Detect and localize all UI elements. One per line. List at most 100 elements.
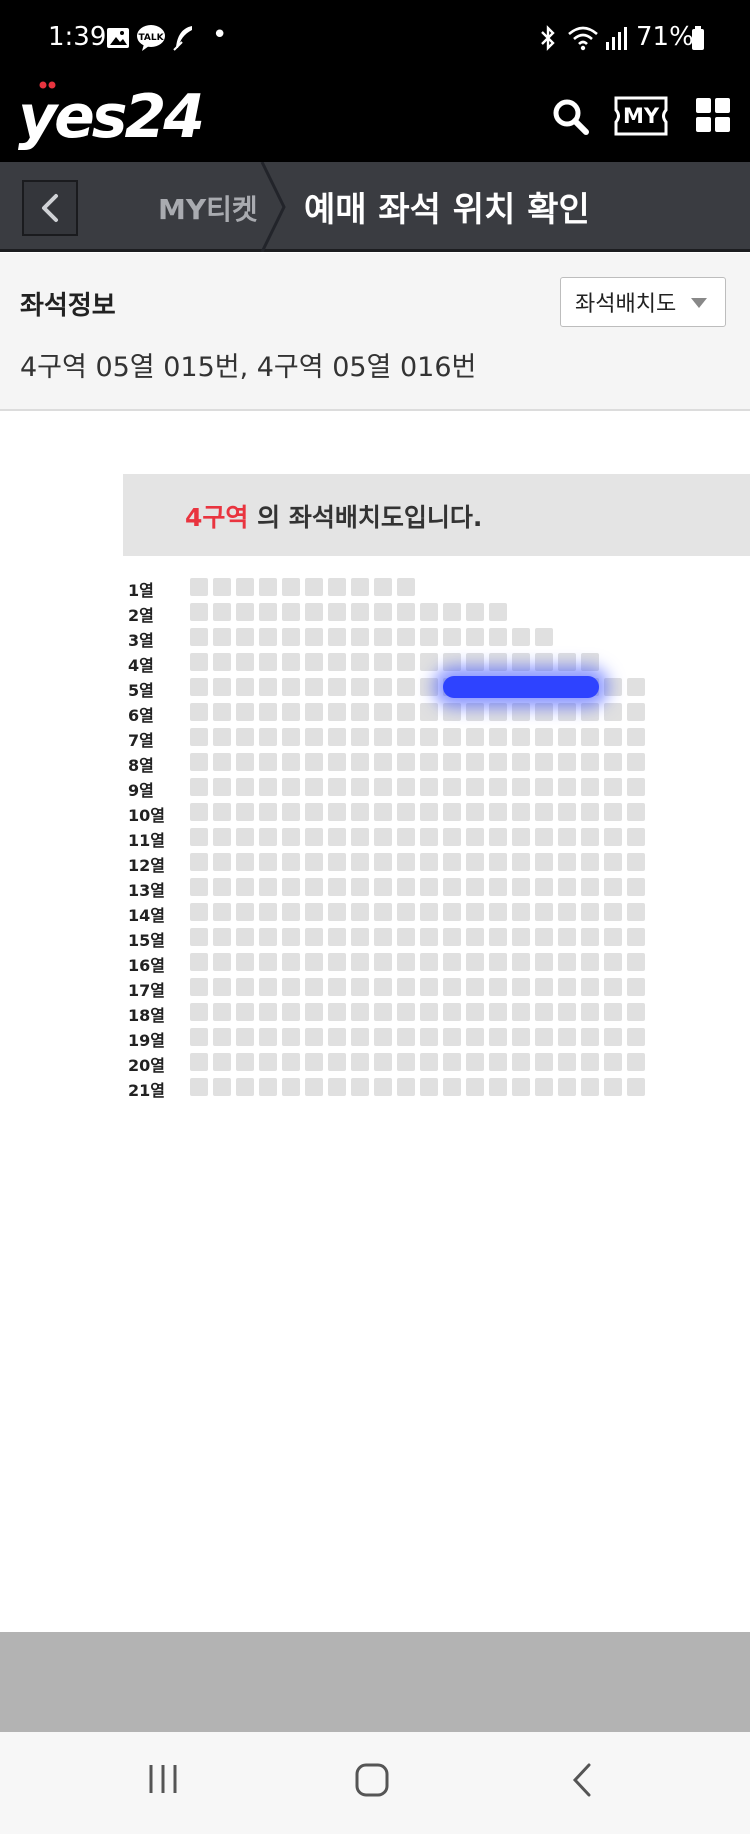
seat[interactable] [374,678,392,696]
seat[interactable] [535,703,553,721]
seat[interactable] [489,803,507,821]
seat[interactable] [328,1053,346,1071]
breadcrumb-my-ticket[interactable]: MY티켓 [158,188,258,228]
seat[interactable] [374,978,392,996]
seat[interactable] [374,603,392,621]
seat[interactable] [374,1078,392,1096]
seat[interactable] [305,828,323,846]
seat[interactable] [305,978,323,996]
seat[interactable] [466,728,484,746]
seat[interactable] [397,603,415,621]
seat[interactable] [443,778,461,796]
seat[interactable] [213,753,231,771]
seat[interactable] [374,953,392,971]
seat[interactable] [581,803,599,821]
seat[interactable] [305,653,323,671]
seat[interactable] [328,753,346,771]
seat[interactable] [466,878,484,896]
seat[interactable] [259,853,277,871]
seat[interactable] [213,678,231,696]
seat[interactable] [604,903,622,921]
seat[interactable] [213,853,231,871]
seat[interactable] [259,628,277,646]
seat[interactable] [282,853,300,871]
seat[interactable] [466,628,484,646]
seat[interactable] [374,878,392,896]
seat[interactable] [351,678,369,696]
seat[interactable] [512,703,530,721]
seat[interactable] [190,1028,208,1046]
seat[interactable] [374,703,392,721]
seat[interactable] [627,903,645,921]
seat[interactable] [190,953,208,971]
seat[interactable] [259,1003,277,1021]
seat[interactable] [351,1078,369,1096]
seat[interactable] [604,978,622,996]
seat[interactable] [420,853,438,871]
seat[interactable] [328,578,346,596]
grid-menu-icon[interactable] [694,96,732,134]
seat[interactable] [558,753,576,771]
seat[interactable] [443,978,461,996]
search-icon[interactable] [550,96,592,138]
seat[interactable] [489,753,507,771]
seat[interactable] [328,628,346,646]
seat[interactable] [443,753,461,771]
seat[interactable] [558,653,576,671]
seat[interactable] [466,653,484,671]
seat[interactable] [282,753,300,771]
seat[interactable] [466,853,484,871]
seat[interactable] [259,903,277,921]
seat[interactable] [259,703,277,721]
seat[interactable] [351,1028,369,1046]
seat[interactable] [512,853,530,871]
seat[interactable] [236,728,254,746]
seat[interactable] [581,903,599,921]
seat[interactable] [236,653,254,671]
seat[interactable] [489,778,507,796]
seat[interactable] [420,678,438,696]
nav-back-icon[interactable] [570,1762,594,1798]
seat[interactable] [420,628,438,646]
seat[interactable] [535,903,553,921]
seat[interactable] [351,928,369,946]
seat[interactable] [535,878,553,896]
seat[interactable] [282,1053,300,1071]
seat[interactable] [259,678,277,696]
seat[interactable] [420,653,438,671]
seat[interactable] [558,778,576,796]
seat[interactable] [581,928,599,946]
seat[interactable] [627,753,645,771]
seat[interactable] [305,953,323,971]
seat[interactable] [604,703,622,721]
seat[interactable] [627,703,645,721]
seat[interactable] [397,703,415,721]
seat[interactable] [213,953,231,971]
seat[interactable] [328,803,346,821]
seat[interactable] [328,1028,346,1046]
seat[interactable] [466,753,484,771]
seat[interactable] [420,603,438,621]
seat[interactable] [558,853,576,871]
seat[interactable] [351,828,369,846]
seat[interactable] [213,878,231,896]
seat[interactable] [627,803,645,821]
seat[interactable] [351,628,369,646]
seat[interactable] [466,828,484,846]
seat[interactable] [236,978,254,996]
seat[interactable] [604,853,622,871]
seat[interactable] [374,653,392,671]
seat[interactable] [535,753,553,771]
seat[interactable] [489,653,507,671]
seat[interactable] [236,803,254,821]
seat[interactable] [236,1028,254,1046]
seat[interactable] [420,728,438,746]
seat[interactable] [420,703,438,721]
yes24-logo[interactable]: yes24 [18,82,205,152]
seat[interactable] [305,853,323,871]
seat[interactable] [443,953,461,971]
seat[interactable] [190,803,208,821]
seat[interactable] [627,728,645,746]
seat[interactable] [236,1053,254,1071]
seat[interactable] [466,953,484,971]
